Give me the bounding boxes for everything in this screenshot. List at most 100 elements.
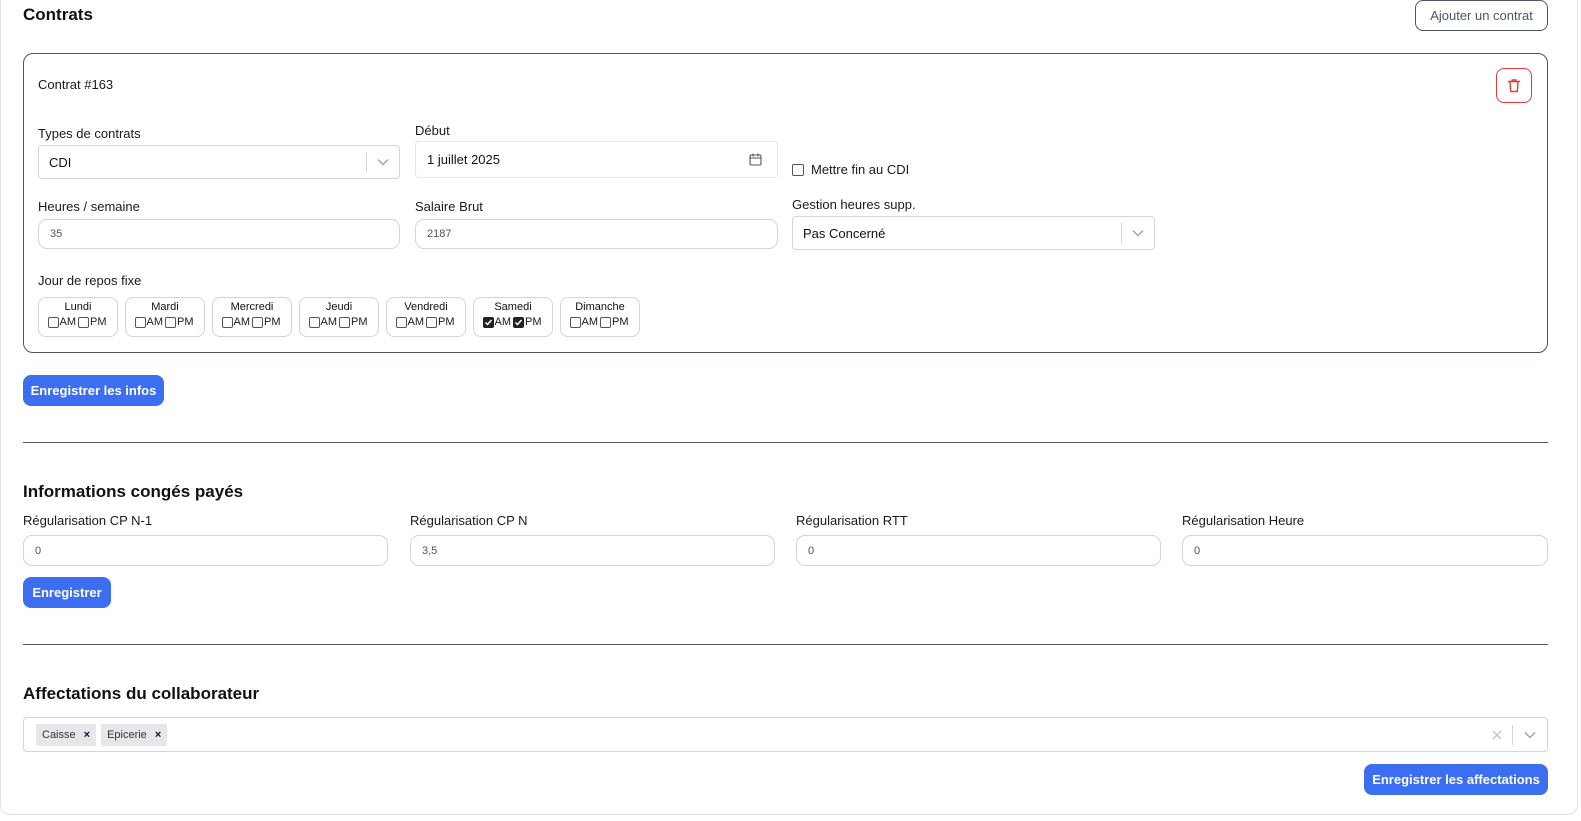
end-cdi-option[interactable]: Mettre fin au CDI [792, 162, 909, 177]
leave-label-hour: Régularisation Heure [1182, 513, 1305, 528]
rest-day-am-label: AM [320, 316, 338, 328]
add-contract-button[interactable]: Ajouter un contrat [1415, 0, 1548, 31]
contracts-title: Contrats [23, 5, 93, 24]
rest-day-name: Mercredi [230, 301, 274, 313]
contract-title: Contrat #163 [38, 77, 114, 92]
end-cdi-checkbox[interactable] [792, 163, 804, 176]
leave-label-rtt: Régularisation RTT [796, 513, 908, 528]
rest-day-pm-checkbox[interactable] [513, 316, 524, 328]
rest-day-pm-checkbox[interactable] [426, 316, 437, 328]
save-assignments-button[interactable]: Enregistrer les affectations [1364, 764, 1548, 795]
contract-type-label: Types de contrats [38, 126, 141, 141]
rest-day-pm-label: PM [612, 316, 629, 328]
rest-day-name: Jeudi [325, 301, 353, 313]
check-icon [484, 319, 492, 326]
assignment-tag: Epicerie × [101, 723, 168, 746]
rest-day-am-checkbox[interactable] [395, 316, 407, 328]
hours-label: Heures / semaine [38, 199, 140, 214]
rest-day-options: AM PM [300, 316, 378, 328]
chevron-down-icon [1122, 229, 1154, 237]
rest-day-options: AM PM [387, 316, 465, 328]
delete-contract-button[interactable] [1496, 68, 1532, 103]
rest-day-pm-label: PM [177, 316, 194, 328]
rest-day-am-label: AM [59, 316, 77, 328]
assignment-tag-label: Caisse [42, 728, 76, 741]
leave-input-cp-n[interactable]: 3,5 [410, 535, 775, 566]
start-date-value: 1 juillet 2025 [427, 152, 500, 167]
remove-tag-icon[interactable]: × [84, 729, 90, 741]
salary-label: Salaire Brut [415, 199, 483, 214]
rest-day-am-label: AM [407, 316, 425, 328]
rest-day-vendredi: Vendredi AM PM [386, 297, 466, 337]
rest-day-lundi: Lundi AM PM [38, 297, 118, 337]
clear-all-icon[interactable] [1482, 729, 1512, 740]
save-leave-button[interactable]: Enregistrer [23, 577, 111, 608]
rest-day-samedi: Samedi AM PM [473, 297, 553, 337]
leave-input-cp-n1[interactable]: 0 [23, 535, 388, 566]
divider [23, 644, 1548, 645]
hours-input[interactable]: 35 [38, 219, 400, 249]
divider [23, 442, 1548, 443]
rest-day-am-checkbox[interactable] [134, 316, 146, 328]
rest-day-pm-checkbox[interactable] [600, 316, 611, 328]
rest-day-pm-checkbox[interactable] [252, 316, 263, 328]
rest-day-am-label: AM [494, 316, 512, 328]
rest-day-am-label: AM [146, 316, 164, 328]
leave-label-cp-n1: Régularisation CP N-1 [23, 513, 153, 528]
rest-day-am-label: AM [233, 316, 251, 328]
rest-day-mercredi: Mercredi AM PM [212, 297, 292, 337]
rest-day-name: Mardi [151, 301, 179, 313]
rest-day-label: Jour de repos fixe [38, 273, 142, 288]
leave-input-hour[interactable]: 0 [1182, 535, 1548, 566]
rest-day-am-checkbox[interactable] [47, 316, 59, 328]
assignment-tag-label: Epicerie [107, 728, 147, 741]
overtime-label: Gestion heures supp. [792, 197, 916, 212]
rest-day-pm-label: PM [525, 316, 542, 328]
rest-day-pm-label: PM [264, 316, 281, 328]
rest-day-pm-label: PM [438, 316, 455, 328]
rest-day-options: AM PM [39, 316, 117, 328]
overtime-value: Pas Concerné [803, 225, 886, 241]
rest-day-name: Lundi [64, 301, 92, 313]
rest-day-am-checkbox[interactable] [482, 316, 494, 328]
start-date-label: Début [415, 123, 450, 138]
start-date-input[interactable]: 1 juillet 2025 [415, 141, 778, 178]
rest-day-options: AM PM [561, 316, 639, 328]
rest-day-pm-label: PM [351, 316, 368, 328]
calendar-icon[interactable] [733, 153, 777, 166]
contract-type-select[interactable]: CDI [38, 145, 400, 179]
trash-icon [1507, 79, 1521, 93]
rest-day-name: Dimanche [575, 301, 625, 313]
assignments-multiselect[interactable]: Caisse × Epicerie × [23, 717, 1548, 752]
remove-tag-icon[interactable]: × [155, 729, 161, 741]
rest-day-am-checkbox[interactable] [308, 316, 320, 328]
end-cdi-label: Mettre fin au CDI [811, 162, 910, 177]
save-info-button[interactable]: Enregistrer les infos [23, 375, 164, 406]
rest-day-pm-checkbox[interactable] [165, 316, 176, 328]
leave-title: Informations congés payés [23, 482, 244, 501]
chevron-down-icon[interactable] [1513, 731, 1547, 739]
rest-day-options: AM PM [213, 316, 291, 328]
assignments-title: Affectations du collaborateur [23, 684, 260, 703]
rest-day-dimanche: Dimanche AM PM [560, 297, 640, 337]
assignment-tag: Caisse × [36, 723, 97, 746]
overtime-select[interactable]: Pas Concerné [792, 216, 1155, 250]
rest-day-options: AM PM [126, 316, 204, 328]
check-icon [514, 319, 523, 326]
rest-day-pm-checkbox[interactable] [78, 316, 89, 328]
rest-day-name: Vendredi [404, 301, 448, 313]
chevron-down-icon [367, 158, 399, 166]
rest-day-am-checkbox[interactable] [569, 316, 581, 328]
rest-day-name: Samedi [494, 301, 532, 313]
rest-day-am-label: AM [581, 316, 599, 328]
rest-day-jeudi: Jeudi AM PM [299, 297, 379, 337]
rest-day-pm-checkbox[interactable] [339, 316, 350, 328]
salary-input[interactable]: 2187 [415, 219, 778, 249]
leave-label-cp-n: Régularisation CP N [410, 513, 528, 528]
leave-input-rtt[interactable]: 0 [796, 535, 1161, 566]
rest-day-options: AM PM [474, 316, 552, 328]
rest-day-pm-label: PM [90, 316, 107, 328]
rest-day-am-checkbox[interactable] [221, 316, 233, 328]
contract-type-value: CDI [49, 154, 72, 170]
rest-day-mardi: Mardi AM PM [125, 297, 205, 337]
